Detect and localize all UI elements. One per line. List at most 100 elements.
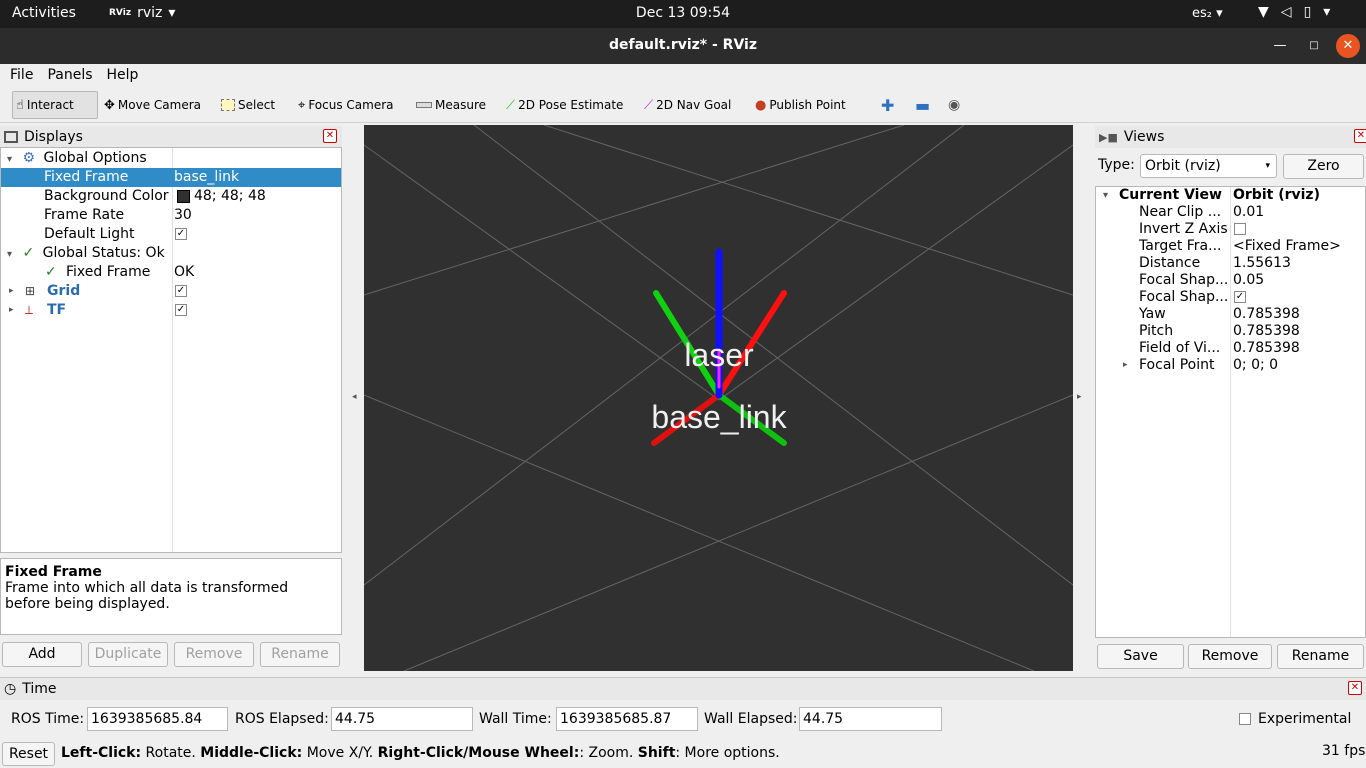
view-prop-value[interactable]: 0.01 [1233, 204, 1264, 221]
measure-tool-button[interactable]: Measure [413, 91, 489, 119]
map-pin-icon: ● [755, 97, 767, 113]
add-tool-button[interactable]: ✚ [878, 91, 897, 119]
view-prop-row[interactable]: Yaw 0.785398 [1096, 306, 1365, 323]
chevron-right-icon: ▸ [1123, 360, 1128, 370]
tree-row-fixed-frame[interactable]: Fixed Frame base_link [1, 168, 341, 187]
wall-elapsed-label: Wall Elapsed: [704, 711, 798, 727]
crosshair-icon: ⌖ [298, 97, 306, 113]
window-title: default.rviz* - RViz [608, 37, 757, 53]
chevron-right-icon: ▸ [9, 286, 14, 296]
select-box-icon [221, 99, 235, 111]
view-prop-row[interactable]: Focal Point 0; 0; 0 ▸ [1096, 357, 1365, 374]
camera-icon: ▶■ [1099, 130, 1118, 144]
window-title-bar: default.rviz* - RViz — □ ✕ [0, 28, 1366, 64]
tree-row-frame-rate[interactable]: Frame Rate 30 [1, 206, 341, 225]
wall-time-field[interactable]: 1639385685.87 [556, 707, 698, 731]
reset-button[interactable]: Reset [2, 742, 55, 766]
ros-elapsed-field[interactable]: 44.75 [331, 707, 473, 731]
maximize-button[interactable]: □ [1302, 34, 1326, 58]
view-prop-row[interactable]: Target Fra... <Fixed Frame> [1096, 238, 1365, 255]
view-options-button[interactable]: ◉ [945, 91, 963, 119]
view-prop-value[interactable]: 0.785398 [1233, 340, 1300, 357]
interact-tool-button[interactable]: ☝ Interact [12, 91, 98, 119]
view-prop-row[interactable]: Pitch 0.785398 [1096, 323, 1365, 340]
close-time-button[interactable]: ✕ [1348, 681, 1362, 695]
clock[interactable]: Dec 13 09:54 [0, 5, 1366, 21]
menu-file[interactable]: File [10, 64, 33, 87]
view-prop-checkbox[interactable] [1234, 223, 1246, 235]
select-tool-button[interactable]: Select [218, 91, 278, 119]
remove-view-button[interactable]: Remove [1188, 644, 1272, 669]
fixed-frame-value[interactable]: base_link [174, 168, 239, 187]
minimize-button[interactable]: — [1268, 34, 1292, 58]
tree-row-current-view[interactable]: ▾ Current View Orbit (rviz) [1096, 187, 1365, 204]
tree-row-grid[interactable]: ▸ ⊞ Grid ✓ [1, 282, 341, 301]
close-displays-button[interactable]: ✕ [323, 129, 337, 143]
pose-estimate-tool-button[interactable]: ⟋ 2D Pose Estimate [503, 91, 626, 119]
view-prop-row[interactable]: Distance 1.55613 [1096, 255, 1365, 272]
remove-tool-button[interactable]: ▬ [912, 91, 933, 119]
tree-row-global-options[interactable]: ▾ ⚙ Global Options [7, 149, 337, 168]
rename-display-button[interactable]: Rename [260, 642, 340, 667]
menu-panels[interactable]: Panels [47, 64, 92, 87]
render-viewport[interactable]: laser base_link [364, 125, 1073, 671]
view-prop-row[interactable]: Field of Vi... 0.785398 [1096, 340, 1365, 357]
view-type-select[interactable]: Orbit (rviz) ▾ [1140, 154, 1277, 178]
view-prop-label: Pitch [1139, 323, 1174, 339]
tree-row-tf[interactable]: ▸ ⟂ TF ✓ [1, 301, 341, 320]
collapse-right-arrow[interactable]: ▸ [1077, 392, 1082, 402]
view-prop-value[interactable]: <Fixed Frame> [1233, 238, 1341, 255]
rename-view-button[interactable]: Rename [1277, 644, 1364, 669]
tree-row-global-status[interactable]: ▾ ✓ Global Status: Ok [7, 244, 337, 263]
view-prop-row[interactable]: Near Clip ... 0.01 [1096, 204, 1365, 221]
ruler-icon [416, 102, 432, 108]
view-prop-value[interactable]: 0; 0; 0 [1233, 357, 1278, 374]
view-prop-value[interactable]: 0.05 [1233, 272, 1264, 289]
duplicate-display-button[interactable]: Duplicate [88, 642, 168, 667]
save-view-button[interactable]: Save [1097, 644, 1184, 669]
focus-camera-tool-button[interactable]: ⌖ Focus Camera [295, 91, 397, 119]
time-title: Time [22, 681, 57, 697]
ros-time-field[interactable]: 1639385685.84 [87, 707, 228, 731]
view-prop-label: Near Clip ... [1139, 204, 1222, 220]
remove-display-button[interactable]: Remove [174, 642, 254, 667]
view-prop-row[interactable]: Focal Shap... 0.05 [1096, 272, 1365, 289]
system-tray[interactable]: ▼ ◁ ▯ ▾ [1258, 4, 1330, 20]
view-prop-label: Focal Shap... [1139, 289, 1229, 305]
tree-row-background-color[interactable]: Background Color 48; 48; 48 [1, 187, 341, 206]
view-prop-value[interactable]: 1.55613 [1233, 255, 1291, 272]
view-prop-row[interactable]: Focal Shap... ✓ [1096, 289, 1365, 306]
tf-enable-checkbox[interactable]: ✓ [175, 304, 187, 316]
publish-point-tool-button[interactable]: ● Publish Point [752, 91, 849, 119]
view-prop-row[interactable]: Invert Z Axis [1096, 221, 1365, 238]
wall-elapsed-field[interactable]: 44.75 [799, 707, 942, 731]
view-prop-checkbox[interactable]: ✓ [1234, 291, 1246, 303]
add-display-button[interactable]: Add [2, 642, 82, 667]
status-hint: Left-Click: Rotate. Middle-Click: Move X… [61, 745, 780, 761]
view-prop-label: Focal Shap... [1139, 272, 1229, 288]
displays-header: Displays ✕ [0, 126, 342, 148]
nav-goal-tool-button[interactable]: ⟋ 2D Nav Goal [641, 91, 734, 119]
grid-enable-checkbox[interactable]: ✓ [175, 285, 187, 297]
tree-row-status-fixed-frame[interactable]: ✓ Fixed Frame OK [1, 263, 341, 282]
menu-help[interactable]: Help [107, 64, 139, 87]
close-window-button[interactable]: ✕ [1336, 34, 1360, 58]
color-swatch [177, 190, 190, 203]
collapse-left-arrow[interactable]: ◂ [352, 392, 357, 402]
menu-bar: File Panels Help [0, 64, 1366, 87]
default-light-checkbox[interactable]: ✓ [175, 228, 187, 240]
volume-icon: ◁ [1280, 4, 1292, 20]
tree-row-default-light[interactable]: Default Light ✓ [1, 225, 341, 244]
close-views-button[interactable]: ✕ [1354, 129, 1366, 143]
move-arrows-icon: ✥ [104, 97, 115, 113]
move-camera-tool-button[interactable]: ✥ Move Camera [101, 91, 204, 119]
view-properties-tree: ▾ Current View Orbit (rviz) Near Clip ..… [1095, 186, 1366, 638]
keyboard-layout-indicator[interactable]: es₂ ▾ [1192, 6, 1223, 21]
experimental-checkbox[interactable] [1239, 713, 1251, 725]
wifi-icon: ▼ [1258, 4, 1269, 20]
view-prop-value[interactable]: 0.785398 [1233, 323, 1300, 340]
view-prop-value[interactable]: 0.785398 [1233, 306, 1300, 323]
view-type-label: Type: [1098, 157, 1135, 173]
zero-view-button[interactable]: Zero [1283, 154, 1364, 179]
ros-time-label: ROS Time: [11, 711, 85, 727]
